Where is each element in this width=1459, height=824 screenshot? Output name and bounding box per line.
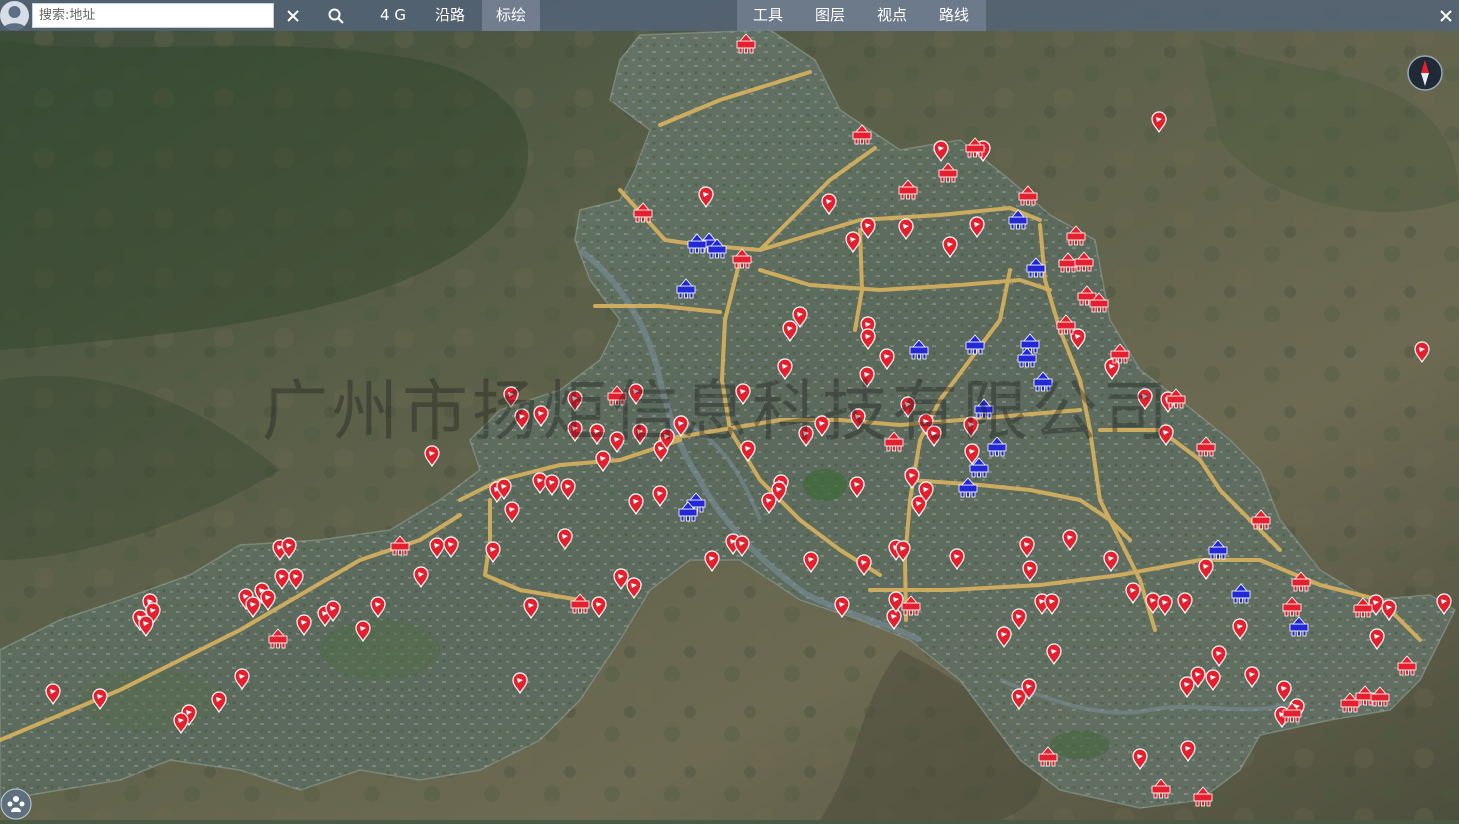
search-icon [328, 8, 344, 24]
tab-4g[interactable]: 4 G [370, 0, 416, 31]
tab-along-road[interactable]: 沿路 [424, 0, 476, 31]
clear-search-button[interactable] [279, 0, 307, 31]
top-toolbar: 4 G 沿路 标绘 工具 图层 视点 路线 [0, 0, 1459, 31]
menu-tools[interactable]: 工具 [737, 0, 799, 31]
menu-route[interactable]: 路线 [923, 0, 985, 31]
compass-button[interactable] [1407, 55, 1443, 91]
search-input[interactable] [32, 3, 274, 28]
user-avatar-icon[interactable] [0, 1, 29, 30]
compass-icon [1407, 55, 1443, 91]
people-group-icon [0, 788, 32, 820]
main-menu: 工具 图层 视点 路线 [737, 0, 986, 31]
satellite-map[interactable] [0, 0, 1459, 820]
menu-layers[interactable]: 图层 [799, 0, 861, 31]
close-icon [1440, 9, 1452, 22]
close-icon [287, 9, 299, 22]
group-button[interactable] [0, 788, 32, 820]
search-button[interactable] [322, 0, 350, 31]
menu-viewpoint[interactable]: 视点 [861, 0, 923, 31]
tab-plotting[interactable]: 标绘 [482, 0, 540, 31]
close-window-button[interactable] [1432, 0, 1459, 31]
map-view[interactable] [0, 0, 1459, 820]
